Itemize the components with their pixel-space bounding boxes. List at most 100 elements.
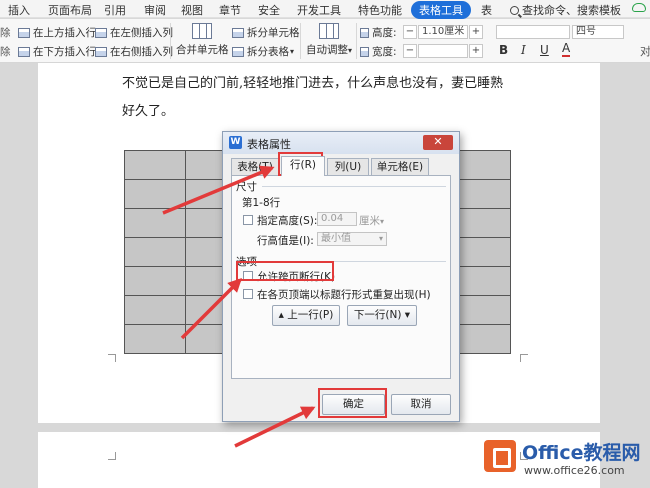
previous-row-button[interactable]: ▴ 上一行(P): [272, 305, 340, 326]
insert-col-left-label: 在左侧插入列: [110, 27, 173, 39]
underline-button[interactable]: U: [540, 43, 549, 57]
insert-row-above-button[interactable]: 在上方插入行: [18, 25, 96, 40]
font-size-select[interactable]: 四号: [572, 25, 624, 39]
height-input[interactable]: 1.10厘米: [418, 25, 468, 39]
row-height-unit[interactable]: 厘米▾: [359, 213, 384, 228]
office-logo-icon: [484, 440, 516, 472]
cancel-button[interactable]: 取消: [391, 394, 451, 415]
split-table-button[interactable]: 拆分表格 ▾: [232, 44, 294, 59]
table-cell[interactable]: [124, 266, 186, 296]
insert-col-left-button[interactable]: 在左侧插入列: [95, 25, 173, 40]
bold-button[interactable]: B: [499, 43, 508, 57]
table-cell[interactable]: [124, 295, 186, 325]
height-label: 高度:: [360, 25, 397, 40]
ribbon-divider: [300, 23, 301, 59]
menu-table-style[interactable]: 表: [481, 2, 492, 18]
table-cell[interactable]: [124, 324, 186, 354]
menu-table-tools[interactable]: 表格工具: [411, 1, 471, 19]
document-table-right[interactable]: [458, 150, 511, 354]
next-row-button[interactable]: 下一行(N) ▾: [347, 305, 417, 326]
table-cell[interactable]: [458, 295, 511, 325]
split-cells-button[interactable]: 拆分单元格: [232, 25, 300, 40]
ribbon-toolbar: 除 除 在上方插入行 在下方插入行 在左侧插入列 在右侧插入列 合并单元格 拆分…: [0, 19, 650, 63]
font-name-select[interactable]: [496, 25, 570, 39]
document-line-1: 不觉已是自己的门前,轻轻地推门进去，什么声息也没有，妻已睡熟: [122, 76, 504, 91]
menu-page-layout[interactable]: 页面布局: [48, 2, 92, 18]
table-cell[interactable]: [458, 266, 511, 296]
merge-cells-icon: [192, 23, 213, 39]
width-input[interactable]: [418, 44, 468, 58]
ok-button[interactable]: 确定: [322, 394, 385, 415]
split-cells-icon: [232, 27, 244, 38]
auto-fit-label: 自动调整: [306, 44, 348, 56]
auto-fit-icon: [319, 23, 339, 39]
table-row: [458, 179, 511, 209]
allow-row-break-checkbox[interactable]: [243, 271, 253, 281]
menu-review[interactable]: 审阅: [144, 2, 166, 18]
menu-view[interactable]: 视图: [181, 2, 203, 18]
menu-references[interactable]: 引用: [104, 2, 126, 18]
row-height-mode-select[interactable]: 最小值 ▾: [317, 232, 387, 246]
table-cell[interactable]: [124, 179, 186, 209]
table-properties-dialog: W 表格属性 ✕ 表格(T) 行(R) 列(U) 单元格(E) 尺寸 第1-8行…: [222, 131, 460, 422]
tab-row[interactable]: 行(R): [281, 156, 325, 176]
insert-col-left-icon: [95, 27, 107, 38]
insert-col-right-button[interactable]: 在右侧插入列: [95, 44, 173, 59]
specify-height-checkbox[interactable]: [243, 215, 253, 225]
height-increase-button[interactable]: +: [469, 25, 483, 39]
search-command[interactable]: 查找命令、搜索模板: [510, 2, 621, 18]
page-corner-mark: [108, 452, 116, 460]
width-increase-button[interactable]: +: [469, 44, 483, 58]
ribbon-divider: [170, 23, 171, 59]
document-line-2: 好久了。: [122, 104, 175, 119]
table-row: [458, 266, 511, 296]
menu-developer[interactable]: 开发工具: [297, 2, 341, 18]
table-cell[interactable]: [458, 324, 511, 354]
auto-fit-button[interactable]: 自动调整▾: [306, 23, 352, 57]
repeat-header-checkbox[interactable]: [243, 289, 253, 299]
table-cell[interactable]: [458, 179, 511, 209]
tab-table[interactable]: 表格(T): [231, 158, 279, 175]
table-cell[interactable]: [458, 237, 511, 267]
ribbon-right-edge[interactable]: 对: [640, 43, 650, 59]
width-icon: [360, 46, 369, 57]
menu-features[interactable]: 特色功能: [358, 2, 402, 18]
menu-chapter[interactable]: 章节: [219, 2, 241, 18]
insert-col-right-icon: [95, 46, 107, 57]
table-cell[interactable]: [124, 208, 186, 238]
menu-insert[interactable]: 插入: [8, 2, 30, 18]
width-label: 宽度:: [360, 44, 397, 59]
width-decrease-button[interactable]: −: [403, 44, 417, 58]
chevron-down-icon: ▾: [378, 234, 383, 243]
tab-column[interactable]: 列(U): [327, 158, 369, 175]
cloud-icon[interactable]: [632, 3, 646, 12]
menu-security[interactable]: 安全: [258, 2, 280, 18]
dialog-title-bar[interactable]: W 表格属性 ✕: [223, 132, 459, 154]
row-height-input[interactable]: 0.04: [317, 212, 357, 226]
insert-row-below-button[interactable]: 在下方插入行: [18, 44, 96, 59]
close-button[interactable]: ✕: [423, 135, 453, 150]
chevron-down-icon: ▾: [380, 217, 385, 226]
insert-row-below-icon: [18, 46, 30, 57]
table-cell[interactable]: [124, 150, 186, 180]
merge-cells-button[interactable]: 合并单元格: [176, 23, 229, 57]
page-corner-mark: [108, 354, 116, 362]
logo-url: www.office26.com: [524, 464, 625, 477]
search-label: 查找命令、搜索模板: [522, 4, 621, 17]
split-cells-label: 拆分单元格: [247, 27, 300, 39]
table-cell[interactable]: [124, 237, 186, 267]
tab-cell[interactable]: 单元格(E): [371, 158, 429, 175]
options-group-label: 选项: [236, 256, 257, 268]
table-cell[interactable]: [458, 208, 511, 238]
arrow-down-icon: ▾: [401, 309, 411, 321]
ribbon-left-edge[interactable]: 除: [0, 25, 11, 40]
table-cell[interactable]: [458, 150, 511, 180]
row-height-is-label: 行高值是(I):: [257, 235, 314, 247]
font-color-button[interactable]: A: [562, 42, 571, 57]
ribbon-left-edge-2[interactable]: 除: [0, 44, 11, 59]
search-icon: [510, 6, 519, 15]
height-decrease-button[interactable]: −: [403, 25, 417, 39]
italic-button[interactable]: I: [521, 43, 526, 57]
split-table-label: 拆分表格: [247, 46, 289, 58]
logo-name: Office教程网: [522, 442, 641, 464]
